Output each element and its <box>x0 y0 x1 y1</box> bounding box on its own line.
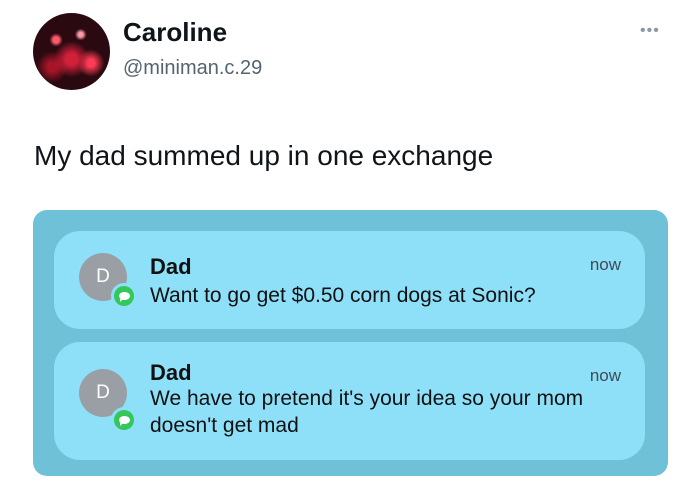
notification-card: D Dad now Want to go get $0.50 corn dogs… <box>54 231 645 329</box>
more-options-icon[interactable]: ••• <box>640 22 660 40</box>
user-handle[interactable]: @miniman.c.29 <box>123 57 262 80</box>
tweet-text: My dad summed up in one exchange <box>34 140 494 171</box>
display-name[interactable]: Caroline <box>123 17 227 48</box>
notification-message: Want to go get $0.50 corn dogs at Sonic? <box>150 284 536 307</box>
notification-sender: Dad <box>150 360 192 385</box>
contact-initial: D <box>96 266 110 287</box>
messages-app-icon <box>111 283 137 309</box>
notification-card: D Dad now We have to pretend it's your i… <box>54 342 645 460</box>
messages-app-icon <box>111 407 137 433</box>
notification-sender: Dad <box>150 254 192 279</box>
profile-avatar[interactable] <box>33 13 110 90</box>
contact-initial: D <box>96 382 110 403</box>
notification-time: now <box>589 255 621 274</box>
notification-message: We have to pretend it's your idea so you… <box>150 387 584 437</box>
notification-time: now <box>589 366 621 385</box>
